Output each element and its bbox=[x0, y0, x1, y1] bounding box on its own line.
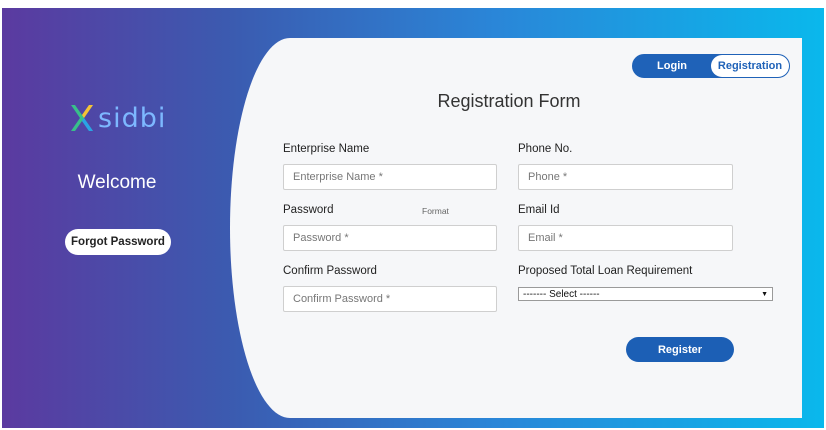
password-format-link[interactable]: Format bbox=[422, 206, 449, 216]
enterprise-name-label: Enterprise Name bbox=[283, 143, 370, 155]
auth-tab-toggle: Login Registration bbox=[632, 54, 790, 78]
email-label: Email Id bbox=[518, 204, 560, 216]
password-input[interactable] bbox=[283, 225, 497, 251]
loan-requirement-selected: ------- Select ------ bbox=[523, 288, 600, 300]
tab-registration[interactable]: Registration bbox=[711, 55, 789, 77]
left-panel: sidbi Welcome Forgot Password bbox=[2, 8, 232, 428]
enterprise-name-input[interactable] bbox=[283, 164, 497, 190]
loan-requirement-select[interactable]: ------- Select ------ ▼ bbox=[518, 287, 773, 301]
sidbi-logo-mark-icon bbox=[71, 105, 93, 131]
form-title: Registration Form bbox=[437, 91, 581, 111]
sidbi-logo: sidbi bbox=[68, 98, 178, 138]
welcome-heading: Welcome bbox=[77, 172, 157, 193]
tab-login[interactable]: Login bbox=[633, 55, 711, 77]
registration-card: Login Registration Registration Form Ent… bbox=[230, 38, 802, 418]
confirm-password-label: Confirm Password bbox=[283, 265, 377, 277]
loan-requirement-label: Proposed Total Loan Requirement bbox=[518, 265, 693, 277]
register-button[interactable]: Register bbox=[626, 337, 734, 362]
logo-text: sidbi bbox=[98, 102, 167, 134]
phone-label: Phone No. bbox=[518, 143, 573, 155]
phone-input[interactable] bbox=[518, 164, 733, 190]
email-input[interactable] bbox=[518, 225, 733, 251]
chevron-down-icon: ▼ bbox=[761, 290, 768, 298]
confirm-password-input[interactable] bbox=[283, 286, 497, 312]
password-label: Password bbox=[283, 204, 334, 216]
forgot-password-button[interactable]: Forgot Password bbox=[65, 229, 171, 255]
page-background: sidbi Welcome Forgot Password Login Regi… bbox=[2, 8, 824, 428]
